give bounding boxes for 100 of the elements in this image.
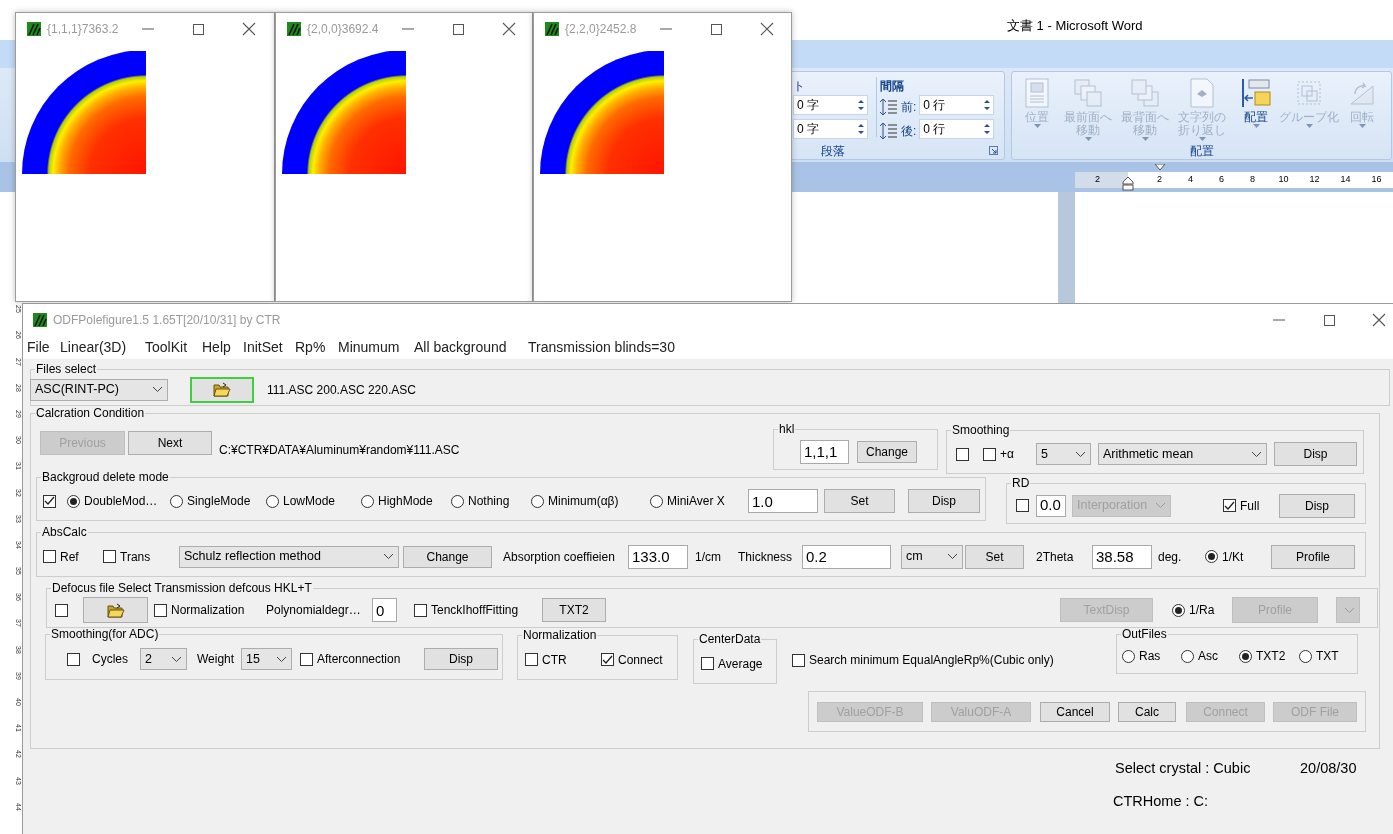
menu-item[interactable]: Linear(3D) — [60, 337, 143, 358]
dropdown[interactable]: 15 — [241, 648, 292, 670]
checkbox[interactable]: Full — [1223, 496, 1271, 515]
text-field[interactable]: 1.0 — [748, 489, 818, 513]
checkbox[interactable]: Connect — [601, 650, 673, 669]
push-button[interactable]: Calc — [1118, 701, 1176, 722]
checkbox[interactable]: Ref — [43, 547, 93, 566]
chevron-down-icon[interactable] — [947, 553, 958, 560]
push-button[interactable]: Cancel — [1040, 701, 1110, 722]
indent-marker-icon[interactable] — [1122, 177, 1134, 191]
spin-field[interactable]: 0 行 — [919, 119, 995, 139]
close-icon[interactable] — [1372, 313, 1386, 327]
text-field[interactable]: 0.2 — [802, 544, 891, 569]
push-button[interactable]: Disp — [424, 648, 498, 670]
spin-icon[interactable] — [858, 123, 864, 135]
group-label: Files select — [35, 363, 98, 375]
text-field[interactable]: 133.0 — [628, 544, 688, 569]
chevron-down-icon[interactable] — [1075, 450, 1086, 458]
menu-item[interactable]: Transmission blinds=30 — [528, 337, 698, 358]
dropdown[interactable]: Schulz reflection method — [179, 545, 399, 568]
menu-item[interactable]: ToolKit — [145, 337, 200, 358]
radio-button[interactable]: 1/Kt — [1205, 547, 1261, 566]
radio-button[interactable]: Ras — [1122, 647, 1172, 665]
spin-icon[interactable] — [858, 99, 864, 111]
push-button[interactable]: Change — [403, 545, 492, 568]
text-field[interactable]: 38.58 — [1092, 544, 1152, 569]
checkmark-icon — [602, 654, 613, 665]
group-icon — [1294, 78, 1324, 108]
group-label: 配置 — [1189, 142, 1214, 160]
checkbox[interactable]: Normalization — [154, 601, 260, 619]
checkbox[interactable]: Afterconnection — [300, 650, 418, 668]
chevron-down-icon[interactable] — [171, 655, 182, 663]
radio-button[interactable]: DoubleMod… — [67, 492, 159, 510]
chevron-down-icon[interactable] — [1251, 450, 1262, 458]
menu-item[interactable]: File — [27, 337, 58, 358]
maximize-icon[interactable] — [710, 22, 723, 36]
menu-item[interactable]: Rp% — [295, 337, 336, 358]
checkbox[interactable]: Search minimum EqualAngleRp%(Cubic only) — [792, 652, 1102, 668]
dropdown[interactable]: 5 — [1036, 443, 1091, 465]
close-icon[interactable] — [502, 22, 516, 36]
radio-button[interactable]: Minimum(αβ) — [531, 492, 643, 510]
stacked-squares-icon — [1073, 78, 1103, 108]
ribbon-button[interactable]: 配置 — [1236, 72, 1276, 128]
menu-item[interactable]: All background — [414, 337, 526, 358]
push-button[interactable]: Disp — [1274, 442, 1357, 466]
chevron-down-icon[interactable] — [383, 553, 394, 560]
checkbox[interactable] — [55, 603, 70, 617]
spin-icon[interactable] — [984, 99, 991, 111]
maximize-icon[interactable] — [452, 22, 465, 36]
checkbox[interactable]: Trans — [103, 547, 169, 566]
push-button[interactable]: Disp — [1279, 493, 1355, 518]
checkbox[interactable] — [43, 494, 58, 508]
radio-button[interactable]: MiniAver X — [650, 492, 742, 510]
text-field[interactable]: 1,1,1 — [800, 439, 849, 464]
menu-item[interactable]: Help — [202, 337, 241, 358]
close-icon[interactable] — [760, 22, 774, 36]
radio-button[interactable]: HighMode — [361, 492, 445, 510]
spin-field[interactable]: 0 行 — [919, 95, 995, 115]
menu-item[interactable]: Minumum — [338, 337, 412, 358]
radio-button[interactable]: LowMode — [266, 492, 352, 510]
menu-item[interactable]: InitSet — [243, 337, 293, 358]
chevron-down-icon[interactable] — [276, 655, 287, 663]
checkbox[interactable]: Average — [701, 654, 771, 673]
push-button[interactable]: Set — [965, 544, 1024, 569]
dropdown[interactable]: ASC(RINT-PC) — [30, 378, 168, 401]
maximize-icon[interactable] — [192, 22, 205, 36]
close-icon[interactable] — [242, 22, 256, 36]
radio-button[interactable]: Nothing — [451, 492, 525, 510]
radio-button[interactable]: 1/Ra — [1172, 601, 1222, 619]
folder-button[interactable] — [83, 597, 148, 623]
spin-field[interactable]: 0 字 — [793, 95, 868, 115]
push-button[interactable]: Change — [857, 440, 917, 463]
field-label: 1/cm — [695, 548, 722, 566]
checkbox[interactable]: CTR — [525, 650, 581, 669]
push-button[interactable]: Profile — [1271, 544, 1355, 569]
radio-button[interactable]: TXT — [1299, 647, 1349, 665]
folder-button[interactable] — [190, 376, 254, 403]
push-button[interactable]: Next — [128, 431, 212, 455]
maximize-icon[interactable] — [1323, 313, 1336, 327]
push-button[interactable]: Set — [824, 489, 895, 513]
dropdown[interactable]: cm — [901, 544, 963, 569]
text-field[interactable]: 0.0 — [1036, 494, 1066, 517]
push-button[interactable]: Disp — [908, 489, 980, 513]
checkbox[interactable] — [956, 447, 971, 461]
text-field[interactable]: 0 — [372, 598, 397, 622]
radio-button[interactable]: Asc — [1181, 647, 1231, 665]
dropdown[interactable]: 2 — [140, 648, 187, 670]
checkbox[interactable] — [67, 652, 82, 666]
launcher-icon[interactable] — [989, 146, 998, 155]
push-button[interactable]: TXT2 — [542, 598, 606, 622]
checkbox[interactable] — [1016, 499, 1031, 512]
checkbox[interactable]: TenckIhoffFitting — [414, 601, 536, 619]
radio-button[interactable]: TXT2 — [1239, 647, 1293, 665]
dropdown[interactable]: Arithmetic mean — [1098, 443, 1267, 465]
radio-button[interactable]: SingleMode — [170, 492, 260, 510]
spin-icon[interactable] — [984, 123, 991, 135]
checkbox[interactable]: +α — [983, 445, 1023, 463]
chevron-down-icon[interactable] — [152, 386, 163, 393]
folder-icon — [213, 382, 231, 397]
spin-field[interactable]: 0 字 — [793, 119, 868, 139]
